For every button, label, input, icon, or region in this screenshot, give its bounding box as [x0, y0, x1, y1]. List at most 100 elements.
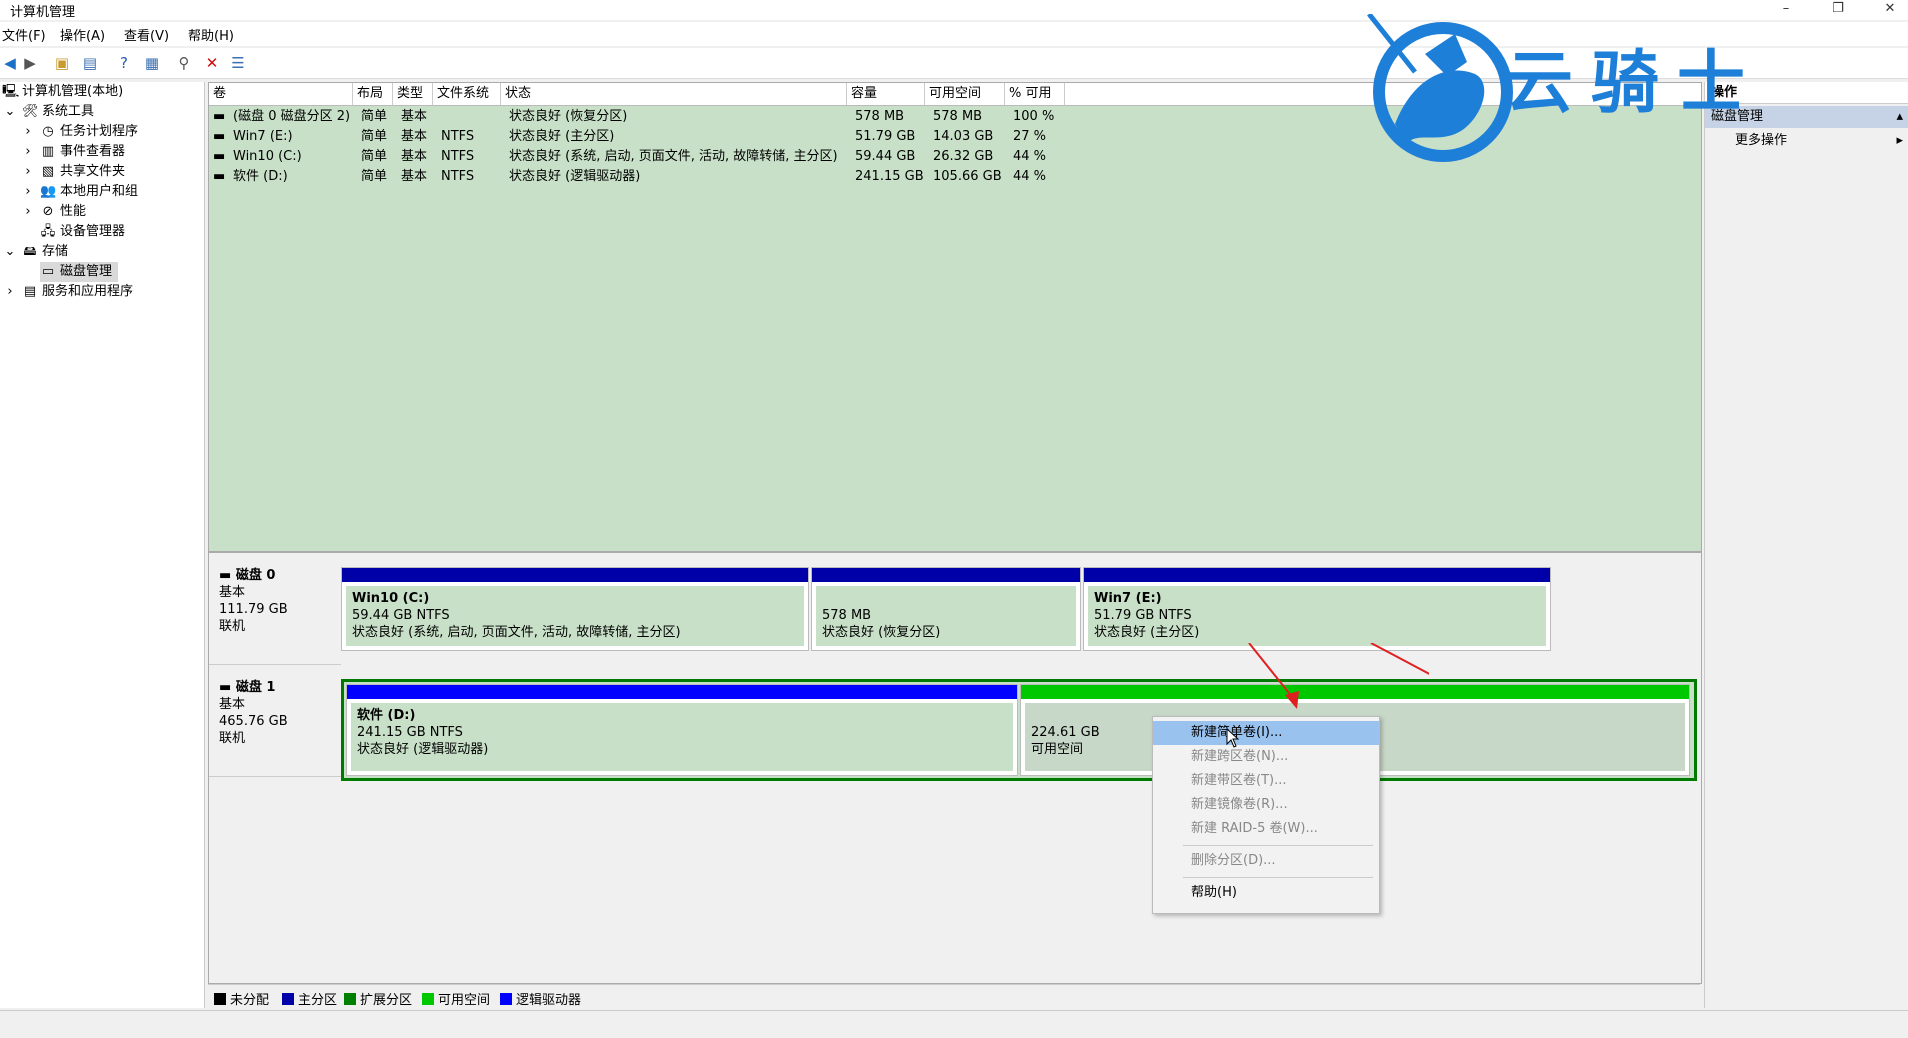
tree-event-viewer-label: 事件查看器: [60, 144, 126, 159]
menu-help[interactable]: 帮助(H): [188, 25, 234, 44]
extended-partition: 软件 (D:) 241.15 GB NTFS 状态良好 (逻辑驱动器) 224.…: [341, 679, 1697, 781]
tree-task-scheduler[interactable]: › ◷ 任务计划程序: [20, 122, 138, 142]
partition-win7-e[interactable]: Win7 (E:) 51.79 GB NTFS 状态良好 (主分区): [1083, 567, 1551, 651]
partition-software-d[interactable]: 软件 (D:) 241.15 GB NTFS 状态良好 (逻辑驱动器): [346, 684, 1018, 776]
connect-icon[interactable]: ⚲: [174, 53, 194, 73]
delete-icon[interactable]: ✕: [202, 53, 222, 73]
chevron-right-icon[interactable]: ›: [20, 122, 36, 142]
tree-root-label: 计算机管理(本地): [22, 84, 124, 99]
tree-shared-folders[interactable]: › ▧ 共享文件夹: [20, 162, 125, 182]
menu-new-raid5-volume[interactable]: 新建 RAID-5 卷(W)...: [1153, 817, 1379, 841]
tree-event-viewer[interactable]: › ▥ 事件查看器: [20, 142, 125, 162]
volume-icon: ▬: [213, 169, 226, 184]
col-capacity[interactable]: 容量: [847, 83, 925, 105]
cell-type: 基本: [401, 109, 428, 124]
legend-extended: 扩展分区: [344, 989, 412, 1008]
partition-recovery[interactable]: 578 MB 状态良好 (恢复分区): [811, 567, 1081, 651]
col-volume[interactable]: 卷: [209, 83, 353, 105]
menu-new-simple-volume[interactable]: 新建简单卷(I)...: [1153, 721, 1379, 745]
tree-root[interactable]: 🖳 计算机管理(本地): [2, 82, 123, 102]
chevron-right-icon[interactable]: ›: [20, 142, 36, 162]
partition-size: 578 MB: [822, 608, 872, 623]
menu-help[interactable]: 帮助(H): [1153, 881, 1379, 905]
tree-shared-folders-label: 共享文件夹: [60, 164, 126, 179]
chevron-right-icon[interactable]: ›: [20, 162, 36, 182]
tree-storage[interactable]: ⌄ 🖴 存储: [2, 242, 68, 262]
collapse-icon[interactable]: ▴: [1896, 106, 1903, 128]
tree-device-manager-label: 设备管理器: [60, 224, 126, 239]
partition-size: 241.15 GB NTFS: [357, 725, 463, 740]
menu-action[interactable]: 操作(A): [60, 25, 105, 44]
tree-local-users[interactable]: › 👥 本地用户和组: [20, 182, 138, 202]
back-icon[interactable]: ◀: [0, 53, 20, 73]
col-status[interactable]: 状态: [501, 83, 847, 105]
legend-free-space: 可用空间: [422, 989, 490, 1008]
cell-layout: 简单: [361, 129, 388, 144]
close-button[interactable]: ✕: [1870, 0, 1908, 20]
tree-device-manager[interactable]: 🖧 设备管理器: [40, 222, 125, 242]
tree-services-apps[interactable]: › ▤ 服务和应用程序: [2, 282, 133, 302]
tree-performance[interactable]: › ⊘ 性能: [20, 202, 86, 222]
chevron-down-icon[interactable]: ⌄: [2, 242, 18, 262]
clock-icon: ◷: [42, 124, 54, 139]
col-filesystem[interactable]: 文件系统: [433, 83, 501, 105]
chevron-down-icon[interactable]: ⌄: [2, 102, 18, 122]
cell-layout: 简单: [361, 109, 388, 124]
tree-disk-management[interactable]: ▭ 磁盘管理: [40, 262, 119, 282]
actions-pane: 操作 磁盘管理 ▴ 更多操作 ▸: [1704, 82, 1908, 1008]
cell-filesystem: NTFS: [441, 129, 475, 144]
chevron-right-icon: ▸: [1896, 133, 1903, 148]
chevron-right-icon[interactable]: ›: [20, 182, 36, 202]
cell-status: 状态良好 (逻辑驱动器): [509, 169, 641, 184]
disk-0-state: 联机: [219, 619, 246, 634]
partition-win10-c[interactable]: Win10 (C:) 59.44 GB NTFS 状态良好 (系统, 启动, 页…: [341, 567, 809, 651]
list-icon[interactable]: ☰: [228, 53, 248, 73]
volume-icon: ▬: [213, 129, 226, 144]
tree-system-tools-label: 系统工具: [42, 104, 95, 119]
legend-logical: 逻辑驱动器: [500, 989, 581, 1008]
help-icon[interactable]: ?: [114, 53, 134, 73]
chevron-right-icon[interactable]: ›: [2, 282, 18, 302]
tree-system-tools[interactable]: ⌄ 🛠 系统工具: [2, 102, 94, 122]
col-free-space[interactable]: 可用空间: [925, 83, 1005, 105]
tools-icon: 🛠: [22, 104, 39, 119]
cell-status: 状态良好 (系统, 启动, 页面文件, 活动, 故障转储, 主分区): [509, 149, 838, 164]
menu-new-spanned-volume[interactable]: 新建跨区卷(N)...: [1153, 745, 1379, 769]
table-row[interactable]: ▬ 软件 (D:) 简单 基本 NTFS 状态良好 (逻辑驱动器) 241.15…: [209, 167, 1701, 187]
cell-free-space: 578 MB: [933, 109, 983, 124]
forward-icon[interactable]: ▶: [20, 53, 40, 73]
col-percent-free[interactable]: % 可用: [1005, 83, 1065, 105]
cell-capacity: 241.15 GB: [855, 169, 924, 184]
col-layout[interactable]: 布局: [353, 83, 393, 105]
cell-layout: 简单: [361, 169, 388, 184]
properties-icon[interactable]: ▦: [142, 53, 162, 73]
cell-volume: Win7 (E:): [233, 129, 293, 144]
menu-new-striped-volume[interactable]: 新建带区卷(T)...: [1153, 769, 1379, 793]
disk-1-label[interactable]: ▬ 磁盘 1 基本 465.76 GB 联机: [209, 669, 341, 777]
partition-status: 状态良好 (逻辑驱动器): [357, 742, 489, 757]
disk-0-type: 基本: [219, 585, 246, 600]
legend-unallocated: 未分配: [214, 989, 269, 1008]
cell-free-space: 105.66 GB: [933, 169, 1002, 184]
console-tree-icon[interactable]: ▤: [80, 53, 100, 73]
chevron-right-icon[interactable]: ›: [20, 202, 36, 222]
disk-0-label[interactable]: ▬ 磁盘 0 基本 111.79 GB 联机: [209, 557, 341, 665]
menu-separator: [1183, 845, 1373, 846]
services-icon: ▤: [23, 284, 37, 299]
menu-view[interactable]: 查看(V): [124, 25, 169, 44]
up-folder-icon[interactable]: ▣: [52, 53, 72, 73]
menu-new-mirrored-volume[interactable]: 新建镜像卷(R)...: [1153, 793, 1379, 817]
disk-icon: ▬: [219, 680, 236, 695]
context-menu: 新建简单卷(I)... 新建跨区卷(N)... 新建带区卷(T)... 新建镜像…: [1152, 716, 1380, 914]
disk-0-name: 磁盘 0: [235, 568, 276, 583]
cell-capacity: 51.79 GB: [855, 129, 916, 144]
menu-delete-partition[interactable]: 删除分区(D)...: [1153, 849, 1379, 873]
cell-type: 基本: [401, 149, 428, 164]
cell-free-space: 14.03 GB: [933, 129, 994, 144]
legend-bar: 未分配 主分区 扩展分区 可用空间 逻辑驱动器: [208, 984, 1700, 1009]
col-type[interactable]: 类型: [393, 83, 433, 105]
primary-partition-bar: [1084, 568, 1550, 582]
menu-file[interactable]: 文件(F): [2, 25, 46, 44]
shared-folder-icon: ▧: [41, 164, 55, 179]
cell-type: 基本: [401, 169, 428, 184]
